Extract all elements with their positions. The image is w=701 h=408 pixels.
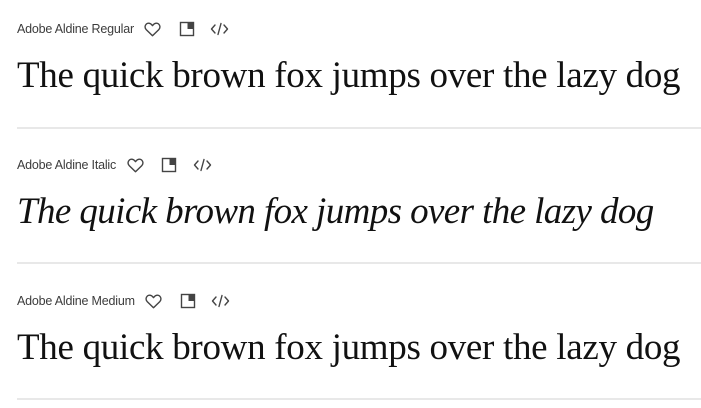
heart-icon[interactable] bbox=[144, 291, 164, 311]
font-card-italic: Adobe Aldine Italic The quick brown fox … bbox=[17, 136, 701, 264]
font-name-label: Adobe Aldine Italic bbox=[17, 158, 117, 172]
publish-icon[interactable] bbox=[159, 155, 179, 175]
font-name-label: Adobe Aldine Regular bbox=[17, 22, 134, 36]
font-meta-row: Adobe Aldine Medium bbox=[17, 291, 231, 311]
font-meta-row: Adobe Aldine Regular bbox=[17, 19, 230, 39]
font-list: Adobe Aldine Regular The quick brown fox… bbox=[0, 0, 701, 408]
embed-code-icon[interactable] bbox=[210, 19, 230, 39]
font-sample-text: The quick brown fox jumps over the lazy … bbox=[17, 191, 654, 232]
publish-icon[interactable] bbox=[177, 19, 197, 39]
font-card-regular: Adobe Aldine Regular The quick brown fox… bbox=[17, 0, 701, 129]
font-sample-text: The quick brown fox jumps over the lazy … bbox=[17, 55, 681, 96]
heart-icon[interactable] bbox=[143, 19, 163, 39]
embed-code-icon[interactable] bbox=[211, 291, 231, 311]
embed-code-icon[interactable] bbox=[192, 155, 212, 175]
heart-icon[interactable] bbox=[125, 155, 145, 175]
font-card-medium: Adobe Aldine Medium The quick brown fox … bbox=[17, 272, 701, 400]
font-name-label: Adobe Aldine Medium bbox=[17, 294, 135, 308]
publish-icon[interactable] bbox=[178, 291, 198, 311]
font-meta-row: Adobe Aldine Italic bbox=[17, 155, 212, 175]
font-sample-text: The quick brown fox jumps over the lazy … bbox=[17, 327, 681, 368]
